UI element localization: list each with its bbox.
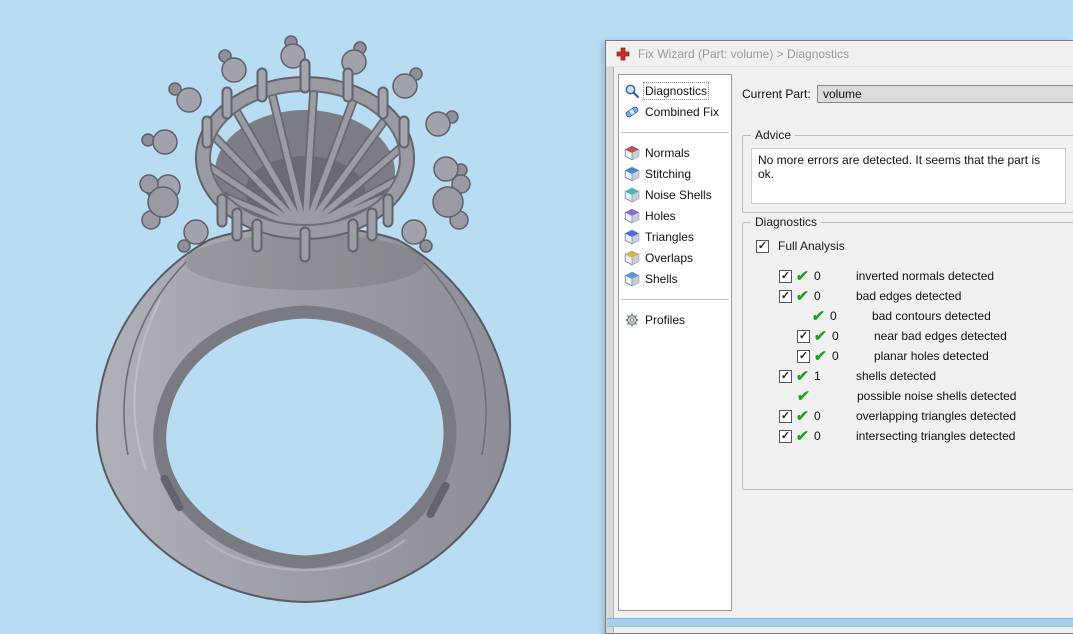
row-count: 0 (814, 429, 821, 443)
sidebar-separator (619, 122, 731, 142)
diagnostic-row: 0 bad contours detected (779, 306, 1073, 326)
row-label: possible noise shells detected (857, 389, 1017, 403)
row-checkbox[interactable] (779, 369, 792, 383)
diagnostic-row: 0 near bad edges detected (779, 326, 1073, 346)
sidebar-item-label: Shells (645, 271, 678, 286)
cube-icon (624, 250, 640, 266)
advice-group: Advice No more errors are detected. It s… (742, 128, 1073, 213)
full-analysis-checkbox[interactable] (756, 239, 769, 253)
green-check-icon (795, 289, 813, 304)
diagnostic-row: 0 inverted normals detected (779, 266, 1073, 286)
row-count: 0 (832, 349, 839, 363)
wizard-main-panel: Current Part: volume Advice No more erro… (732, 74, 1073, 611)
sidebar-item-label: Overlaps (645, 250, 694, 265)
advice-text: No more errors are detected. It seems th… (758, 153, 1041, 181)
sidebar-item-label: Stitching (645, 166, 692, 181)
full-analysis-label: Full Analysis (778, 239, 845, 253)
sidebar-item-triangles[interactable]: Triangles (619, 226, 731, 247)
green-check-icon (795, 269, 813, 284)
sidebar-separator (619, 289, 731, 309)
sidebar-item-label: Normals (645, 145, 690, 160)
row-label: overlapping triangles detected (856, 409, 1017, 423)
row-checkbox[interactable] (779, 409, 792, 423)
magnifier-icon (624, 83, 640, 99)
sidebar-item-diagnostics[interactable]: Diagnostics (619, 80, 731, 101)
ring-model (95, 35, 512, 604)
diagnostics-group-title: Diagnostics (751, 215, 822, 229)
diagnostic-row: possible noise shells detected (779, 386, 1073, 406)
diagnostics-rows: 0 inverted normals detected 0 bad edges … (743, 266, 1073, 446)
diagnostic-row: 0 planar holes detected (779, 346, 1073, 366)
dialog-titlebar[interactable]: Fix Wizard (Part: volume) > Diagnostics (606, 41, 1073, 67)
row-label: planar holes detected (874, 349, 989, 363)
cube-icon (624, 208, 640, 224)
cube-icon (624, 187, 640, 203)
dialog-bottom-strip (607, 618, 1073, 627)
current-part-value: volume (823, 87, 862, 101)
sidebar-item-normals[interactable]: Normals (619, 142, 731, 163)
green-check-icon (796, 389, 814, 404)
advice-text-box: No more errors are detected. It seems th… (751, 148, 1066, 204)
current-part-label: Current Part: (742, 87, 811, 101)
diagnostic-row: 0 bad edges detected (779, 286, 1073, 306)
sidebar-item-noise-shells[interactable]: Noise Shells (619, 184, 731, 205)
gear-icon (624, 312, 640, 328)
row-label: inverted normals detected (856, 269, 995, 283)
cube-icon (624, 166, 640, 182)
dialog-left-gutter (606, 67, 614, 633)
green-check-icon (795, 369, 813, 384)
row-count: 0 (832, 329, 839, 343)
row-label: bad edges detected (856, 289, 962, 303)
sidebar-item-shells[interactable]: Shells (619, 268, 731, 289)
row-count: 0 (814, 269, 821, 283)
sidebar-item-combined-fix[interactable]: Combined Fix (619, 101, 731, 122)
wizard-sidebar: Diagnostics Combined Fix Normals Stitchi… (618, 74, 732, 611)
row-checkbox[interactable] (797, 349, 810, 363)
advice-group-title: Advice (751, 128, 796, 142)
row-count: 1 (814, 369, 821, 383)
row-checkbox[interactable] (779, 289, 792, 303)
sidebar-item-label: Diagnostics (642, 81, 710, 100)
row-count: 0 (830, 309, 837, 323)
row-label: near bad edges detected (874, 329, 1007, 343)
cube-icon (624, 271, 640, 287)
sidebar-item-holes[interactable]: Holes (619, 205, 731, 226)
row-count: 0 (814, 409, 821, 423)
diagnostic-row: 0 overlapping triangles detected (779, 406, 1073, 426)
sidebar-item-label: Holes (645, 208, 676, 223)
row-label: shells detected (856, 369, 937, 383)
fix-wizard-dialog: Fix Wizard (Part: volume) > Diagnostics … (605, 40, 1073, 634)
green-check-icon (813, 349, 831, 364)
current-part-field[interactable]: volume (817, 85, 1073, 103)
cube-icon (624, 145, 640, 161)
row-checkbox[interactable] (797, 329, 810, 343)
diagnostics-group: Diagnostics Full Analysis 0 inverted nor… (742, 215, 1073, 490)
row-checkbox[interactable] (779, 269, 792, 283)
sidebar-item-stitching[interactable]: Stitching (619, 163, 731, 184)
green-check-icon (795, 429, 813, 444)
sidebar-item-profiles[interactable]: Profiles (619, 309, 731, 330)
dialog-title: Fix Wizard (Part: volume) > Diagnostics (638, 46, 850, 61)
green-check-icon (795, 409, 813, 424)
sidebar-item-label: Triangles (645, 229, 694, 244)
viewport-3d[interactable] (0, 0, 605, 634)
green-check-icon (813, 329, 831, 344)
diagnostic-row: 1 shells detected (779, 366, 1073, 386)
sidebar-item-overlaps[interactable]: Overlaps (619, 247, 731, 268)
bandage-icon (624, 104, 640, 120)
red-cross-icon (615, 47, 631, 61)
diagnostic-row: 0 intersecting triangles detected (779, 426, 1073, 446)
sidebar-item-label: Combined Fix (645, 104, 720, 119)
row-label: intersecting triangles detected (856, 429, 1016, 443)
row-count: 0 (814, 289, 821, 303)
sidebar-item-label: Noise Shells (645, 187, 712, 202)
row-checkbox[interactable] (779, 429, 792, 443)
sidebar-item-label: Profiles (645, 312, 686, 327)
cube-icon (624, 229, 640, 245)
green-check-icon (811, 309, 829, 324)
row-label: bad contours detected (872, 309, 991, 323)
